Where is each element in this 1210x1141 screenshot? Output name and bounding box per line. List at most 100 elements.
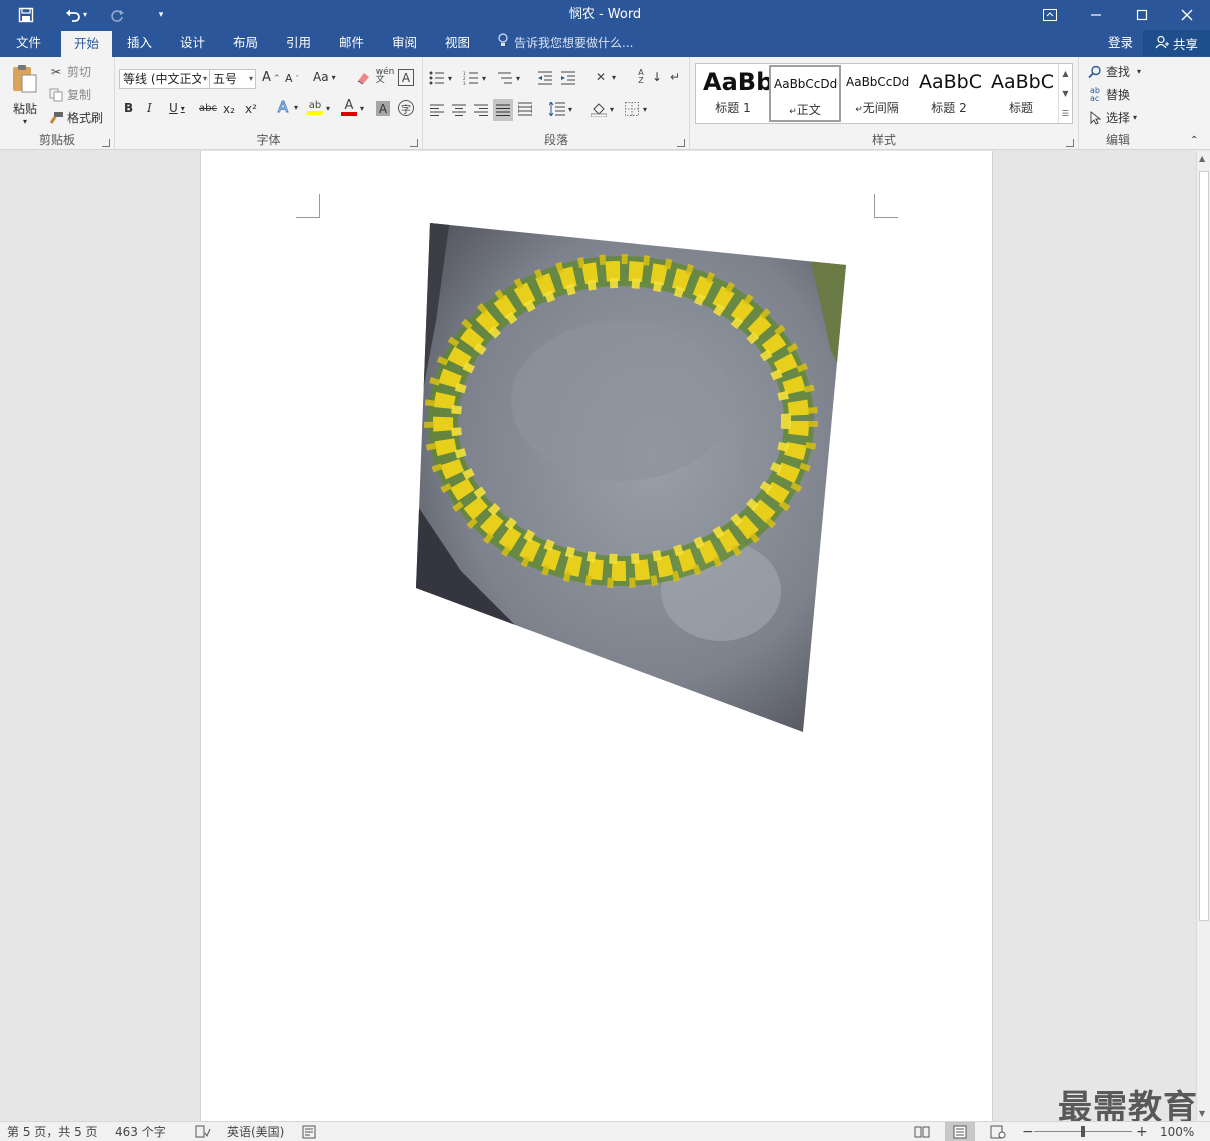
word-count[interactable]: 463 个字 <box>115 1122 166 1141</box>
show-marks-button[interactable]: ↵ <box>667 69 683 85</box>
minimize-icon[interactable] <box>1073 0 1119 29</box>
clear-format-button[interactable] <box>355 70 371 86</box>
scroll-down-icon[interactable]: ▼ <box>1199 1109 1205 1118</box>
multilevel-list-button[interactable]: ▾ <box>497 70 520 86</box>
tab-mailings[interactable]: 邮件 <box>326 29 377 57</box>
page-count[interactable]: 第 5 页，共 5 页 <box>7 1122 98 1141</box>
font-name-combo[interactable]: 等线 (中文正文) ▾ <box>119 69 210 89</box>
shading-button[interactable]: ▾ <box>591 101 614 117</box>
tab-layout[interactable]: 布局 <box>220 29 271 57</box>
chevron-up-icon[interactable]: ▲ <box>1062 69 1068 78</box>
format-painter-button[interactable]: 格式刷 <box>48 109 103 126</box>
print-layout-icon[interactable] <box>945 1122 975 1141</box>
customize-icon[interactable]: ▾ <box>152 0 170 29</box>
justify-icon <box>495 102 511 118</box>
decrease-indent-button[interactable] <box>537 70 553 86</box>
undo-icon[interactable]: ▾ <box>58 0 94 29</box>
collapse-ribbon-icon[interactable]: ⌃ <box>1190 135 1198 146</box>
sort-button[interactable]: A Z ↓ <box>633 69 662 85</box>
bold-button[interactable]: B <box>124 101 133 115</box>
subscript-button[interactable]: x₂ <box>223 102 235 116</box>
zoom-out-icon[interactable]: − <box>1022 1122 1034 1141</box>
web-layout-icon[interactable] <box>990 1122 1006 1141</box>
align-center-button[interactable] <box>451 102 467 118</box>
zoom-slider[interactable] <box>1034 1122 1132 1141</box>
vertical-scrollbar[interactable]: ▲ ▼ <box>1196 151 1210 1121</box>
italic-button[interactable]: I <box>147 101 152 115</box>
bullets-button[interactable]: ▾ <box>429 70 452 86</box>
clipboard-dialog-launcher[interactable] <box>102 139 110 147</box>
shrink-font-button[interactable]: Aˇ <box>285 72 299 85</box>
zoom-slider-thumb[interactable] <box>1081 1126 1085 1137</box>
highlight-button[interactable]: ab ▾ <box>307 99 330 117</box>
style-normal[interactable]: AaBbCcDd ↵正文 <box>769 65 841 122</box>
style-title[interactable]: AaBbC 标题 <box>985 65 1057 122</box>
document-page[interactable] <box>200 151 993 1121</box>
scrollbar-thumb[interactable] <box>1199 171 1209 921</box>
tab-insert[interactable]: 插入 <box>114 29 165 57</box>
more-icon[interactable]: ☰ <box>1062 109 1069 118</box>
change-case-button[interactable]: Aa ▾ <box>313 70 336 84</box>
zoom-in-icon[interactable]: + <box>1136 1122 1148 1141</box>
superscript-button[interactable]: x² <box>245 102 257 116</box>
highlighter-icon: ab <box>307 99 323 117</box>
cut-button[interactable]: ✂ 剪切 <box>48 63 91 80</box>
proofing-icon[interactable] <box>195 1122 211 1141</box>
zoom-level[interactable]: 100% <box>1160 1122 1194 1141</box>
increase-indent-button[interactable] <box>560 70 576 86</box>
numbering-button[interactable]: 1 2 3 ▾ <box>463 70 486 86</box>
wreath-image[interactable] <box>201 151 994 751</box>
font-dialog-launcher[interactable] <box>410 139 418 147</box>
eraser-icon <box>355 70 371 86</box>
style-no-spacing[interactable]: AaBbCcDd ↵无间隔 <box>841 65 913 122</box>
strikethrough-button[interactable]: abc <box>199 103 217 114</box>
tab-references[interactable]: 引用 <box>273 29 324 57</box>
paragraph-dialog-launcher[interactable] <box>677 139 685 147</box>
replace-button[interactable]: ab ac 替换 <box>1087 86 1130 103</box>
share-label: 共享 <box>1172 36 1198 52</box>
grow-font-button[interactable]: A ^ <box>262 70 280 85</box>
underline-button[interactable]: U ▾ <box>169 101 185 115</box>
tab-file[interactable]: 文件 <box>3 29 54 57</box>
align-right-button[interactable] <box>473 102 489 118</box>
save-icon[interactable] <box>14 0 38 29</box>
borders-button[interactable]: ▾ <box>624 101 647 117</box>
read-mode-icon[interactable] <box>914 1122 930 1141</box>
login-link[interactable]: 登录 <box>1108 29 1133 57</box>
distributed-button[interactable] <box>517 101 533 117</box>
macro-icon[interactable] <box>302 1122 316 1141</box>
line-spacing-button[interactable]: ▾ <box>549 101 572 117</box>
tell-me-box[interactable]: 告诉我您想要做什么... <box>497 29 633 57</box>
copy-button[interactable]: 复制 <box>48 86 91 103</box>
align-left-button[interactable] <box>429 102 445 118</box>
document-area[interactable] <box>0 151 1196 1121</box>
redo-icon[interactable] <box>106 0 128 29</box>
ribbon-display-icon[interactable] <box>1027 0 1073 29</box>
tab-home[interactable]: 开始 <box>61 31 113 57</box>
justify-button[interactable] <box>493 99 513 121</box>
char-shading-button[interactable]: A <box>376 101 390 116</box>
chevron-down-icon[interactable]: ▼ <box>1062 89 1068 98</box>
select-button[interactable]: 选择 ▾ <box>1087 109 1137 126</box>
language[interactable]: 英语(美国) <box>227 1122 284 1141</box>
paste-button[interactable]: 粘贴 ▾ <box>8 63 42 126</box>
font-color-button[interactable]: A ▾ <box>341 99 364 117</box>
close-icon[interactable] <box>1164 0 1210 29</box>
char-border-button[interactable]: A <box>398 69 414 86</box>
chinese-layout-button[interactable]: ✕ ▾ <box>593 69 616 85</box>
style-heading2[interactable]: AaBbC 标题 2 <box>913 65 985 122</box>
tab-review[interactable]: 审阅 <box>379 29 430 57</box>
scroll-up-icon[interactable]: ▲ <box>1199 154 1205 163</box>
phonetic-guide-button[interactable]: wén 文 <box>376 68 395 85</box>
styles-dialog-launcher[interactable] <box>1066 139 1074 147</box>
find-button[interactable]: 查找 ▾ <box>1087 63 1141 80</box>
tab-design[interactable]: 设计 <box>167 29 218 57</box>
text-effects-button[interactable]: A ▾ <box>275 98 298 117</box>
tab-view[interactable]: 视图 <box>432 29 483 57</box>
enclose-char-button[interactable]: 字 <box>398 100 414 116</box>
share-button[interactable]: 共享 <box>1143 30 1210 56</box>
styles-gallery-scroll[interactable]: ▲ ▼ ☰ <box>1058 64 1072 123</box>
maximize-icon[interactable] <box>1119 0 1165 29</box>
style-heading1[interactable]: AaBb 标题 1 <box>697 65 769 122</box>
font-size-combo[interactable]: 五号 ▾ <box>209 69 256 89</box>
